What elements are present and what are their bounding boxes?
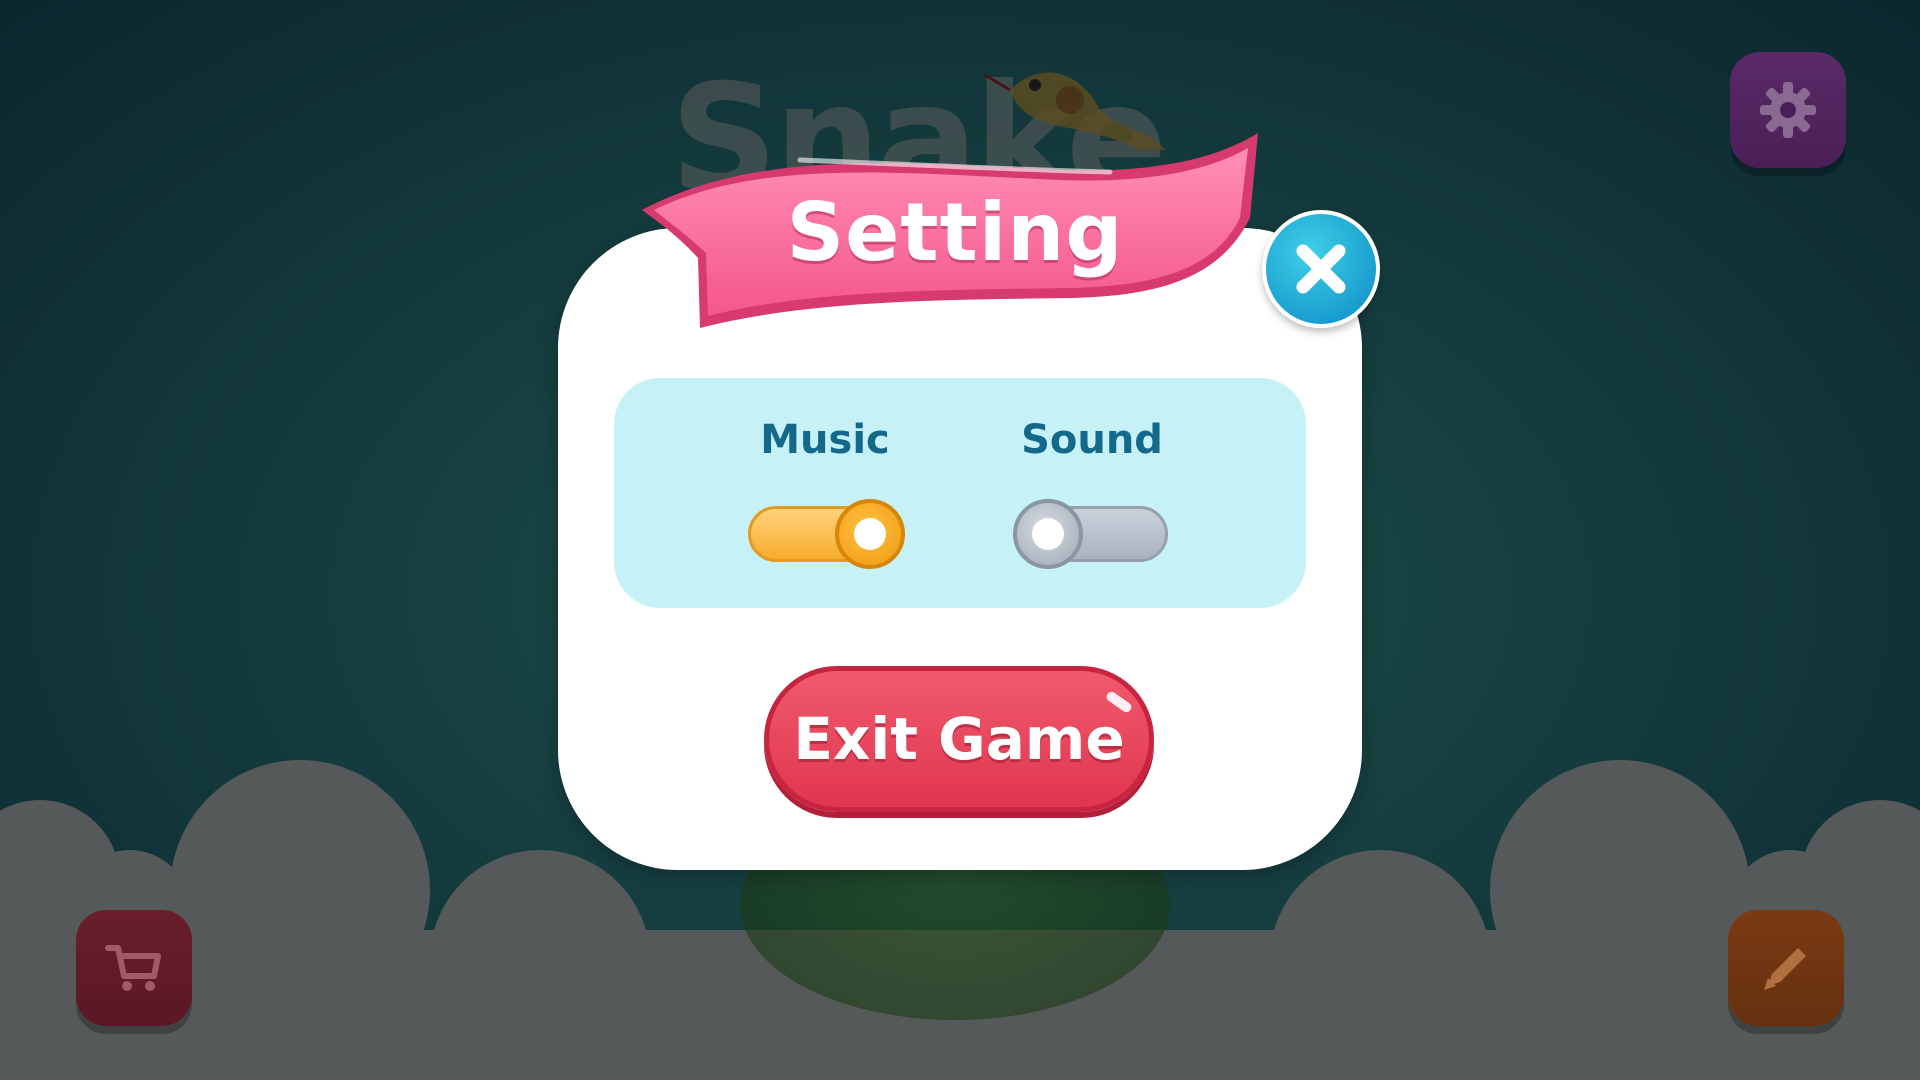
knob-dot [854, 518, 886, 550]
music-toggle[interactable] [748, 499, 905, 569]
close-icon [1296, 244, 1346, 294]
exit-game-label: Exit Game [793, 705, 1125, 773]
exit-game-button[interactable]: Exit Game [764, 666, 1154, 812]
knob-dot [1032, 518, 1064, 550]
edit-button[interactable] [1728, 910, 1844, 1026]
settings-button[interactable] [1730, 52, 1846, 168]
close-button[interactable] [1262, 210, 1380, 328]
sound-label: Sound [1021, 417, 1163, 463]
music-label: Music [760, 417, 890, 463]
dialog-title: Setting [786, 186, 1124, 279]
sound-toggle-knob[interactable] [1013, 499, 1083, 569]
pencil-icon [1764, 948, 1806, 990]
sound-toggle[interactable] [1013, 499, 1168, 569]
cart-icon [105, 945, 161, 991]
shop-button[interactable] [76, 910, 192, 1026]
audio-settings-panel [614, 378, 1306, 608]
gear-icon [1760, 82, 1816, 138]
music-toggle-knob[interactable] [835, 499, 905, 569]
